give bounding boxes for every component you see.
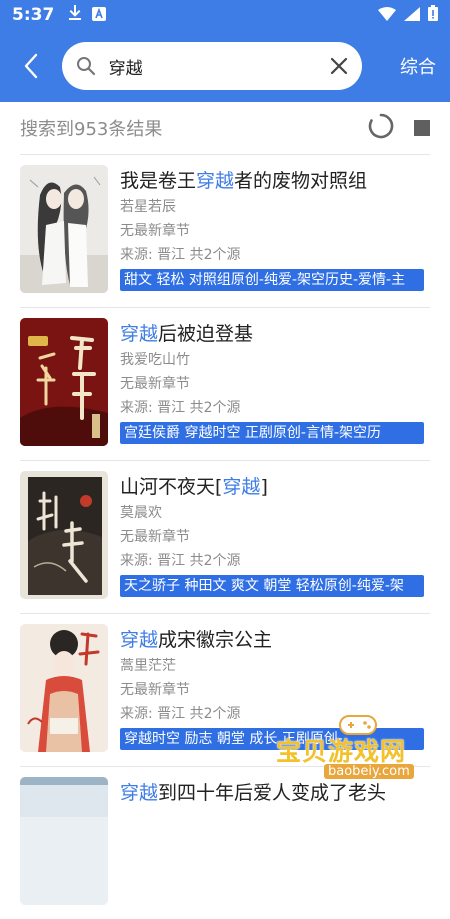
stop-button[interactable] [414, 120, 430, 136]
book-tags: 甜文 轻松 对照组原创-纯爱-架空历史-爱情-主 [120, 269, 424, 291]
result-count: 搜索到953条结果 [20, 119, 163, 140]
book-cover [20, 165, 108, 293]
book-latest-chapter: 无最新章节 [120, 682, 190, 698]
book-tags: 宫廷侯爵 穿越时空 正剧原创-言情-架空历 [120, 422, 424, 444]
list-item[interactable]: 穿越后被迫登基 我爱吃山竹 无最新章节 来源: 晋江 共2个源 宫廷侯爵 穿越时… [20, 307, 430, 460]
search-input[interactable] [108, 56, 328, 76]
app-bar: 综合 [0, 30, 450, 102]
app-notification-icon [92, 6, 107, 25]
list-item[interactable]: 山河不夜天[穿越] 莫晨欢 无最新章节 来源: 晋江 共2个源 天之骄子 种田文… [20, 460, 430, 613]
list-item[interactable]: 穿越到四十年后爱人变成了老头 [20, 766, 430, 919]
book-author: 蒿里茫茫 [120, 658, 176, 674]
book-source: 来源: 晋江 共2个源 [120, 553, 241, 569]
book-title: 我是卷王穿越者的废物对照组 [120, 170, 368, 192]
book-cover [20, 318, 108, 446]
back-button[interactable] [0, 30, 62, 102]
book-source: 来源: 晋江 共2个源 [120, 247, 241, 263]
sort-button[interactable]: 综合 [400, 53, 436, 79]
status-time: 5:37 [12, 5, 55, 25]
result-bar: 搜索到953条结果 [0, 102, 450, 154]
back-arrow-icon [24, 53, 38, 79]
book-source: 来源: 晋江 共2个源 [120, 400, 241, 416]
clear-search-button[interactable] [328, 53, 350, 79]
book-author: 若星若辰 [120, 199, 176, 215]
book-title: 山河不夜天[穿越] [120, 476, 268, 498]
book-title: 穿越后被迫登基 [120, 323, 254, 345]
book-tags: 穿越时空 励志 朝堂 成长 正剧原创- [120, 728, 424, 750]
book-author: 莫晨欢 [120, 505, 162, 521]
loading-spinner-icon [368, 113, 394, 143]
book-title: 穿越到四十年后爱人变成了老头 [120, 782, 387, 804]
battery-icon [428, 5, 438, 25]
close-icon [330, 57, 347, 75]
book-tags: 天之骄子 种田文 爽文 朝堂 轻松原创-纯爱-架 [120, 575, 424, 597]
book-title: 穿越成宋徽宗公主 [120, 629, 273, 651]
book-latest-chapter: 无最新章节 [120, 376, 190, 392]
list-item[interactable]: 穿越成宋徽宗公主 蒿里茫茫 无最新章节 来源: 晋江 共2个源 穿越时空 励志 … [20, 613, 430, 766]
cell-signal-icon [404, 6, 420, 25]
book-cover [20, 777, 108, 905]
book-latest-chapter: 无最新章节 [120, 223, 190, 239]
book-source: 来源: 晋江 共2个源 [120, 706, 241, 722]
wifi-icon [378, 6, 396, 25]
status-bar: 5:37 [0, 0, 450, 30]
download-icon [68, 5, 82, 25]
list-item[interactable]: 我是卷王穿越者的废物对照组 若星若辰 无最新章节 来源: 晋江 共2个源 甜文 … [20, 154, 430, 307]
book-latest-chapter: 无最新章节 [120, 529, 190, 545]
book-cover [20, 471, 108, 599]
search-box[interactable] [62, 42, 362, 90]
book-author: 我爱吃山竹 [120, 352, 190, 368]
book-cover [20, 624, 108, 752]
book-list: 我是卷王穿越者的废物对照组 若星若辰 无最新章节 来源: 晋江 共2个源 甜文 … [0, 154, 450, 919]
search-icon [76, 54, 97, 78]
